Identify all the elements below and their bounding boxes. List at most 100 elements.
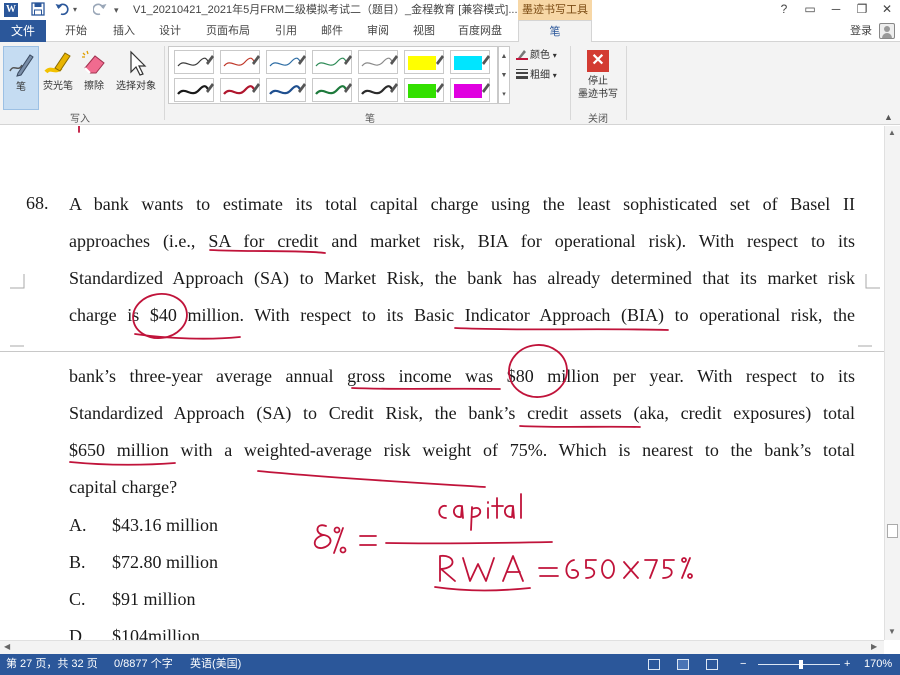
pen-style-swatch[interactable] bbox=[358, 50, 398, 74]
pen-style-swatch[interactable] bbox=[174, 50, 214, 74]
title-bar: W ▾ ▾ V1_20210421_2021年5月FRM二级模拟考试二（题目）_… bbox=[0, 0, 900, 20]
pen-style-swatch[interactable] bbox=[266, 50, 306, 74]
zoom-slider-thumb[interactable] bbox=[799, 660, 803, 669]
tab-home[interactable]: 开始 bbox=[58, 20, 94, 42]
read-mode-icon[interactable] bbox=[648, 659, 660, 670]
help-button[interactable]: ? bbox=[774, 1, 794, 18]
zoom-level[interactable]: 170% bbox=[864, 654, 892, 675]
pen-style-swatch[interactable] bbox=[450, 78, 490, 102]
document-canvas[interactable]: 68. A bank wants to estimate its total c… bbox=[0, 126, 884, 640]
color-dropdown-icon: ▾ bbox=[552, 51, 557, 60]
zoom-out-icon[interactable]: − bbox=[740, 654, 746, 675]
scroll-thumb[interactable] bbox=[887, 524, 898, 538]
ink-annotations[interactable] bbox=[0, 126, 884, 640]
pen-stroke-icon bbox=[269, 55, 306, 67]
highlighter-button[interactable]: 荧光笔 bbox=[40, 46, 76, 110]
tab-pen[interactable]: 笔 bbox=[518, 20, 592, 43]
highlighter-swatch-icon bbox=[408, 83, 444, 98]
tab-mailings[interactable]: 邮件 bbox=[314, 20, 350, 42]
collapse-ribbon-icon[interactable]: ▲ bbox=[884, 112, 893, 122]
vertical-scrollbar[interactable]: ▲ ▼ bbox=[884, 126, 900, 640]
select-objects-button[interactable]: 选择对象 bbox=[112, 46, 160, 110]
page-count[interactable]: 第 27 页，共 32 页 bbox=[6, 654, 98, 675]
horizontal-scrollbar[interactable]: ◀ ▶ bbox=[0, 640, 884, 654]
chevron-down-icon[interactable]: ▾ bbox=[114, 2, 119, 18]
scroll-up-icon[interactable]: ▲ bbox=[888, 128, 896, 137]
tab-references[interactable]: 引用 bbox=[268, 20, 304, 42]
tab-review[interactable]: 审阅 bbox=[360, 20, 396, 42]
group-separator bbox=[570, 46, 571, 120]
pen-stroke-icon bbox=[177, 55, 214, 67]
ink-handwriting bbox=[439, 555, 456, 582]
tab-insert[interactable]: 插入 bbox=[106, 20, 142, 42]
print-layout-icon[interactable] bbox=[677, 659, 689, 670]
pen-style-swatch[interactable] bbox=[404, 50, 444, 74]
scroll-right-icon[interactable]: ▶ bbox=[871, 642, 877, 651]
ink-fraction-bar bbox=[385, 541, 553, 545]
scroll-left-icon[interactable]: ◀ bbox=[4, 642, 10, 651]
group-separator bbox=[626, 46, 627, 120]
tab-page-layout[interactable]: 页面布局 bbox=[200, 20, 256, 42]
word-icon[interactable]: W bbox=[4, 3, 18, 17]
undo-icon[interactable] bbox=[55, 2, 71, 20]
ink-handwriting bbox=[333, 526, 341, 534]
ink-handwriting bbox=[644, 559, 658, 579]
pen-color-icon bbox=[516, 48, 528, 60]
redo-icon[interactable] bbox=[92, 2, 107, 20]
pen-color-label: 颜色 bbox=[530, 50, 550, 61]
pen-style-swatch[interactable] bbox=[358, 78, 398, 102]
tab-view[interactable]: 视图 bbox=[406, 20, 442, 42]
tab-baidu-netdisk[interactable]: 百度网盘 bbox=[452, 20, 508, 42]
minimize-button[interactable]: ─ bbox=[826, 1, 846, 18]
ink-underline bbox=[434, 586, 531, 592]
pen-button[interactable]: 笔 bbox=[3, 46, 39, 110]
ink-handwriting bbox=[503, 505, 515, 519]
pen-style-swatch[interactable] bbox=[220, 50, 260, 74]
ink-handwriting bbox=[623, 561, 639, 579]
word-count[interactable]: 0/8877 个字 bbox=[114, 654, 173, 675]
pen-style-swatch[interactable] bbox=[220, 78, 260, 102]
gallery-scroll[interactable]: ▲ ▼ ▾ bbox=[498, 46, 510, 104]
pen-style-swatch[interactable] bbox=[174, 78, 214, 102]
ink-handwriting bbox=[585, 559, 597, 579]
pen-style-swatch[interactable] bbox=[266, 78, 306, 102]
eraser-button[interactable]: 擦除 bbox=[78, 46, 110, 110]
ink-handwriting bbox=[601, 559, 615, 579]
pen-style-swatch[interactable] bbox=[404, 78, 444, 102]
thickness-dropdown-icon: ▾ bbox=[552, 71, 557, 80]
pen-thickness-button[interactable]: 粗细 ▾ bbox=[516, 68, 566, 84]
select-objects-label: 选择对象 bbox=[116, 81, 156, 92]
group-separator bbox=[164, 46, 165, 120]
tab-file[interactable]: 文件 bbox=[0, 20, 46, 42]
eraser-icon bbox=[79, 48, 109, 78]
zoom-in-icon[interactable]: + bbox=[844, 654, 850, 675]
line-weight-icon bbox=[516, 68, 528, 80]
web-layout-icon[interactable] bbox=[706, 659, 718, 670]
tab-design[interactable]: 设计 bbox=[152, 20, 188, 42]
ribbon-tab-row: 文件 开始 插入 设计 页面布局 引用 邮件 审阅 视图 百度网盘 笔 登录 bbox=[0, 20, 900, 43]
pen-style-swatch[interactable] bbox=[450, 50, 490, 74]
login-link[interactable]: 登录 bbox=[850, 20, 872, 42]
ribbon: 笔 荧光笔 擦除 选择对象 写入 ▲ ▼ ▾ 颜色 ▾ 粗细 ▾ 笔 ✕ 停止 墨迹… bbox=[0, 42, 900, 125]
pen-color-button[interactable]: 颜色 ▾ bbox=[516, 48, 566, 64]
stop-inking-button[interactable]: ✕ 停止 墨迹书写 bbox=[574, 46, 622, 110]
pen-gallery bbox=[168, 46, 498, 104]
ink-handwriting bbox=[491, 497, 504, 519]
ink-underline bbox=[257, 470, 486, 488]
scroll-down-icon[interactable]: ▼ bbox=[888, 627, 896, 636]
pen-thickness-label: 粗细 bbox=[530, 70, 550, 81]
restore-button[interactable]: ❐ bbox=[852, 1, 872, 18]
pen-style-swatch[interactable] bbox=[312, 78, 352, 102]
save-icon[interactable] bbox=[31, 2, 45, 20]
ink-handwriting bbox=[438, 505, 447, 519]
ink-handwriting bbox=[339, 546, 347, 554]
pen-style-swatch[interactable] bbox=[312, 50, 352, 74]
ink-handwriting bbox=[462, 557, 495, 582]
ink-handwriting bbox=[687, 573, 693, 579]
user-icon[interactable] bbox=[879, 23, 895, 39]
undo-dropdown-icon[interactable]: ▾ bbox=[73, 2, 77, 18]
ink-underline bbox=[519, 425, 641, 428]
close-button[interactable]: ✕ bbox=[877, 1, 897, 18]
ribbon-display-button[interactable]: ▭ bbox=[800, 1, 820, 18]
language-indicator[interactable]: 英语(美国) bbox=[190, 654, 241, 675]
